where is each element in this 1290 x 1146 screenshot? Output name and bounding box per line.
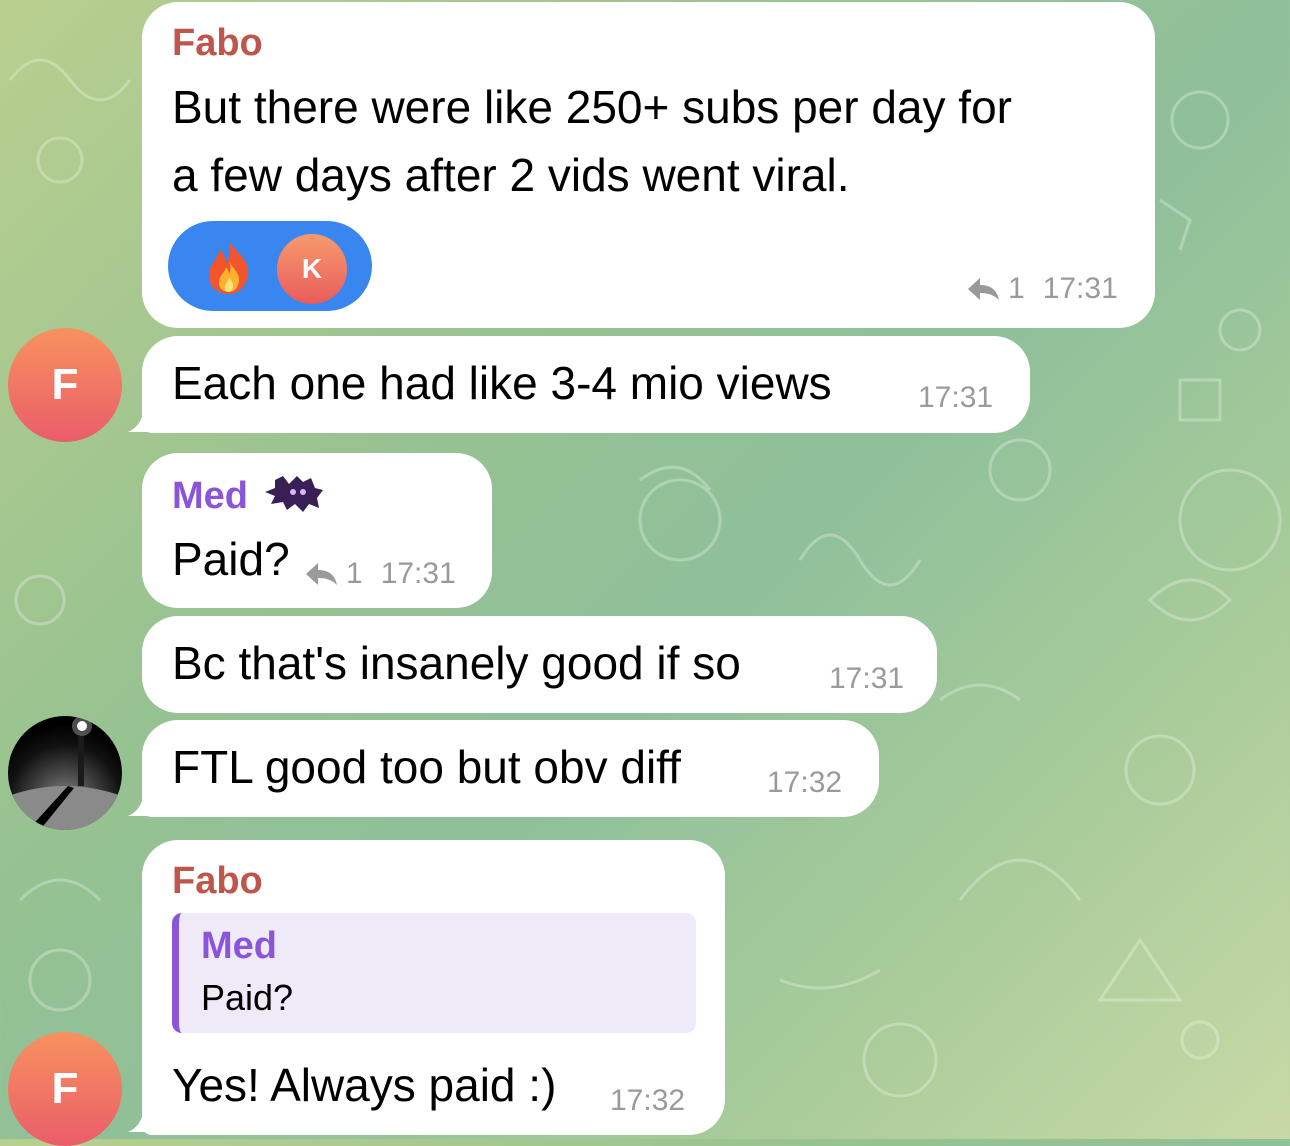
- reply-arrow-icon: [306, 563, 337, 585]
- reaction-avatar: K: [274, 231, 350, 307]
- message-text: FTL good too but obv diff: [172, 741, 681, 793]
- sender-name[interactable]: Fabo: [172, 860, 263, 903]
- reply-count[interactable]: 1: [346, 557, 363, 591]
- message-text: Bc that's insanely good if so: [172, 637, 741, 689]
- fire-icon: [208, 241, 249, 294]
- quote-sender: Med: [201, 925, 277, 967]
- message-time: 17:32: [610, 1084, 686, 1117]
- avatar[interactable]: F: [8, 1032, 122, 1146]
- message-time: 17:31: [1042, 272, 1118, 305]
- message-time: 17:32: [767, 766, 843, 799]
- bubble-tail: [128, 404, 158, 432]
- bubble-tail: [128, 788, 158, 816]
- reply-count[interactable]: 1: [1008, 272, 1025, 306]
- message-time: 17:31: [918, 381, 994, 414]
- message-time: 17:31: [829, 662, 905, 695]
- avatar[interactable]: [8, 716, 122, 830]
- sender-name[interactable]: Fabo: [172, 22, 263, 65]
- reply-quote[interactable]: Med Paid?: [172, 913, 696, 1033]
- message-text: Paid?: [172, 533, 290, 585]
- ghost-emoji-icon: [264, 476, 323, 512]
- message-text: Each one had like 3-4 mio views: [172, 357, 832, 409]
- avatar[interactable]: F: [8, 328, 122, 442]
- bubble-tail: [128, 1104, 158, 1132]
- message-time: 17:31: [380, 557, 456, 590]
- quote-text: Paid?: [201, 977, 294, 1018]
- message-text: But there were like 250+ subs per day fo…: [172, 81, 1012, 133]
- message-meta: 1 17:31: [966, 272, 1118, 306]
- reaction-chip[interactable]: K: [168, 221, 372, 311]
- reply-arrow-icon: [968, 278, 999, 300]
- sender-name-text: Med: [172, 475, 248, 517]
- sender-name[interactable]: Med: [172, 474, 327, 518]
- message-meta: 1 17:31: [304, 557, 456, 591]
- message-text: a few days after 2 vids went viral.: [172, 149, 850, 201]
- avatar-image-icon: [8, 716, 122, 830]
- message-text: Yes! Always paid :): [172, 1059, 557, 1111]
